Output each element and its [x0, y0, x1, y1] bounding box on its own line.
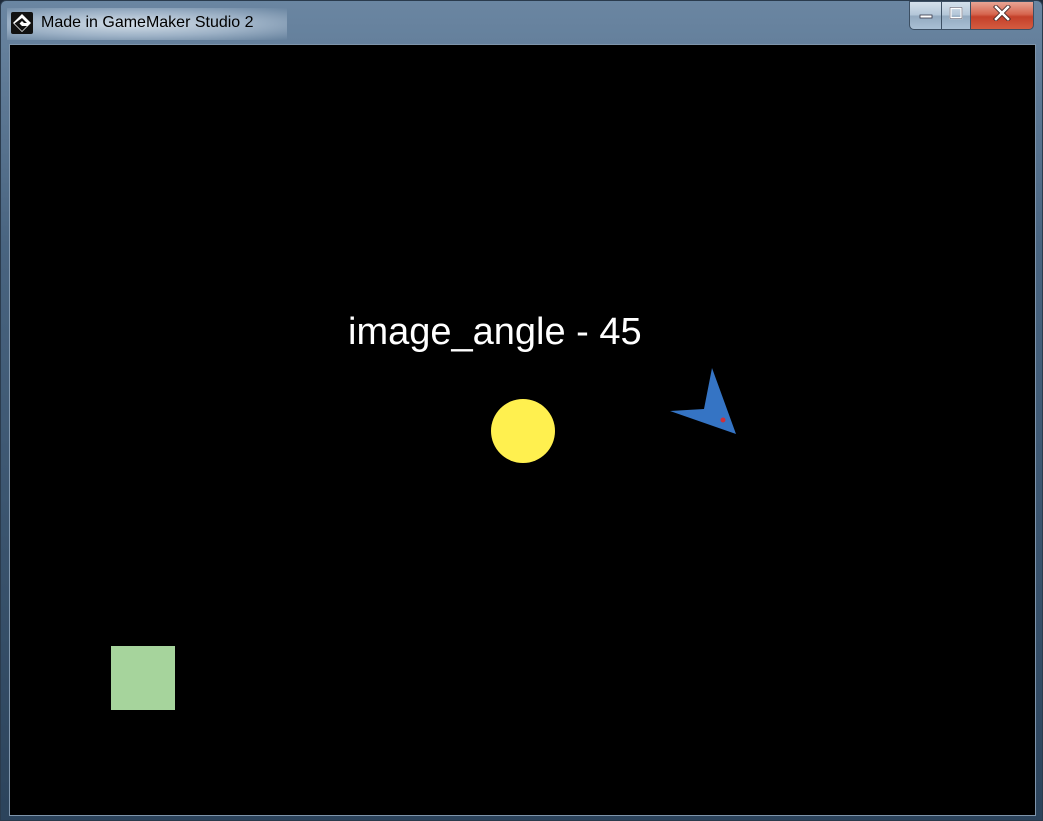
game-canvas[interactable]	[10, 45, 1035, 815]
blue-arrow-sprite	[670, 368, 736, 434]
image-angle-label: image_angle - 45	[348, 311, 642, 353]
window-title: Made in GameMaker Studio 2	[41, 14, 254, 31]
arrow-origin-dot	[720, 417, 726, 423]
minimize-button[interactable]	[909, 1, 942, 30]
maximize-icon	[948, 6, 964, 25]
gamemaker-logo-icon[interactable]	[11, 12, 33, 34]
game-window: Made in GameMaker Studio 2 image_angle -…	[0, 0, 1043, 821]
game-viewport[interactable]: image_angle - 45	[9, 44, 1036, 816]
close-icon	[993, 4, 1011, 26]
close-button[interactable]	[971, 1, 1034, 30]
green-square-sprite	[111, 646, 175, 710]
minimize-icon	[918, 7, 934, 25]
maximize-button[interactable]	[942, 1, 971, 30]
window-controls	[909, 1, 1034, 31]
yellow-circle-sprite	[491, 399, 555, 463]
title-bar[interactable]: Made in GameMaker Studio 2	[1, 1, 1042, 45]
